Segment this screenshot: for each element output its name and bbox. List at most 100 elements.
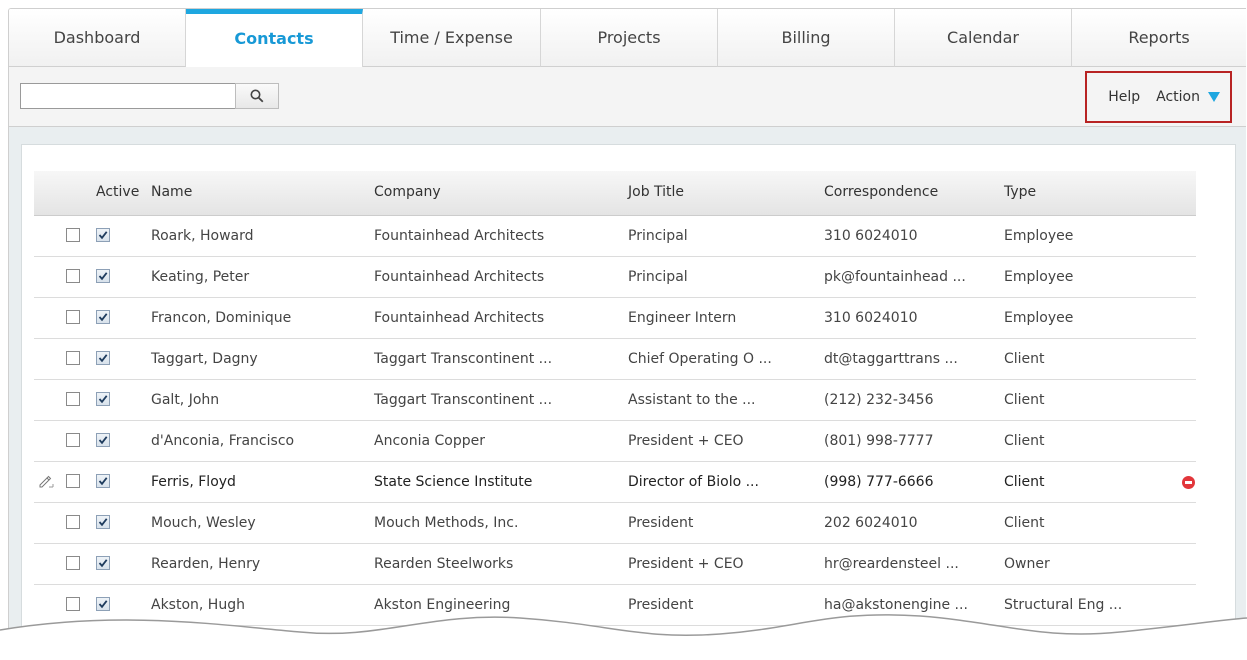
contact-name: Francon, Dominique xyxy=(151,310,292,326)
contact-company: Taggart Transcontinent ... xyxy=(374,351,553,367)
select-checkbox[interactable] xyxy=(66,515,80,529)
checkmark-icon xyxy=(98,559,108,568)
checkmark-icon xyxy=(98,477,108,486)
contact-name: Ferris, Floyd xyxy=(151,474,236,490)
contact-job-title: Chief Operating O ... xyxy=(628,351,772,367)
contact-type: Employee xyxy=(1004,269,1074,285)
action-menu[interactable]: Action xyxy=(1156,89,1220,105)
select-checkbox[interactable] xyxy=(66,351,80,365)
contact-correspondence: 202 6024010 xyxy=(824,515,918,531)
tab-billing[interactable]: Billing xyxy=(718,9,895,67)
select-checkbox[interactable] xyxy=(66,556,80,570)
active-checkbox[interactable] xyxy=(96,515,110,529)
contact-company: Anconia Copper xyxy=(374,433,485,449)
active-checkbox[interactable] xyxy=(96,474,110,488)
select-checkbox[interactable] xyxy=(66,269,80,283)
caret-down-icon xyxy=(1208,92,1220,102)
contact-type: Client xyxy=(1004,515,1045,531)
action-label: Action xyxy=(1156,89,1200,105)
table-row[interactable]: Keating, Peter Fountainhead Architects Pri… xyxy=(34,257,1196,298)
help-link[interactable]: Help xyxy=(1108,89,1140,105)
contact-correspondence: (998) 777-6666 xyxy=(824,474,934,490)
contact-correspondence: (801) 998-7777 xyxy=(824,433,934,449)
header-job-title[interactable]: Job Title xyxy=(628,184,684,200)
main-tabs: Dashboard Contacts Time / Expense Projec… xyxy=(9,9,1246,67)
contact-type: Client xyxy=(1004,351,1045,367)
contact-type: Employee xyxy=(1004,310,1074,326)
grid-header: Active Name Company Job Title Correspond… xyxy=(34,171,1196,216)
contact-job-title: Principal xyxy=(628,228,688,244)
contact-type: Employee xyxy=(1004,228,1074,244)
checkmark-icon xyxy=(98,518,108,527)
active-checkbox[interactable] xyxy=(96,310,110,324)
contact-job-title: President xyxy=(628,515,694,531)
header-name[interactable]: Name xyxy=(151,184,192,200)
search-input[interactable] xyxy=(20,83,236,109)
table-row[interactable]: d'Anconia, Francisco Anconia Copper Presid… xyxy=(34,421,1196,462)
contact-company: Fountainhead Architects xyxy=(374,228,545,244)
contact-job-title: Engineer Intern xyxy=(628,310,737,326)
contact-job-title: Principal xyxy=(628,269,688,285)
contact-job-title: President + CEO xyxy=(628,433,744,449)
table-row[interactable]: Ferris, Floyd State Science Institute Dire… xyxy=(34,462,1196,503)
toolbar: Help Action xyxy=(9,67,1246,127)
checkmark-icon xyxy=(98,354,108,363)
checkmark-icon xyxy=(98,272,108,281)
header-active[interactable]: Active xyxy=(96,184,139,200)
contact-name: Mouch, Wesley xyxy=(151,515,256,531)
select-checkbox[interactable] xyxy=(66,474,80,488)
contact-name: Galt, John xyxy=(151,392,220,408)
table-row[interactable]: Francon, Dominique Fountainhead Architect… xyxy=(34,298,1196,339)
contact-correspondence: 310 6024010 xyxy=(824,310,918,326)
contact-correspondence: pk@fountainhead ... xyxy=(824,269,966,285)
contact-name: d'Anconia, Francisco xyxy=(151,433,295,449)
edit-pencil-icon[interactable] xyxy=(38,473,54,489)
header-type[interactable]: Type xyxy=(1004,184,1036,200)
contact-name: Taggart, Dagny xyxy=(151,351,258,367)
checkmark-icon xyxy=(98,231,108,240)
contact-job-title: Assistant to the ... xyxy=(628,392,756,408)
active-checkbox[interactable] xyxy=(96,556,110,570)
contact-type: Client xyxy=(1004,392,1045,408)
contact-company: Fountainhead Architects xyxy=(374,269,545,285)
checkmark-icon xyxy=(98,313,108,322)
delete-icon[interactable] xyxy=(1182,476,1195,489)
checkmark-icon xyxy=(98,436,108,445)
contact-type: Client xyxy=(1004,433,1045,449)
table-row[interactable]: Taggart, Dagny Taggart Transcontinent ...… xyxy=(34,339,1196,380)
checkmark-icon xyxy=(98,395,108,404)
table-row[interactable]: Galt, John Taggart Transcontinent ... Assi… xyxy=(34,380,1196,421)
contact-company: Mouch Methods, Inc. xyxy=(374,515,519,531)
tab-time-expense[interactable]: Time / Expense xyxy=(363,9,541,67)
contact-company: State Science Institute xyxy=(374,474,533,490)
active-checkbox[interactable] xyxy=(96,228,110,242)
select-checkbox[interactable] xyxy=(66,228,80,242)
select-checkbox[interactable] xyxy=(66,433,80,447)
tab-reports[interactable]: Reports xyxy=(1072,9,1246,67)
help-action-group: Help Action xyxy=(1085,71,1232,123)
tab-calendar[interactable]: Calendar xyxy=(895,9,1072,67)
contact-correspondence: (212) 232-3456 xyxy=(824,392,934,408)
active-checkbox[interactable] xyxy=(96,392,110,406)
contact-correspondence: dt@taggarttrans ... xyxy=(824,351,958,367)
contact-job-title: Director of Biolo ... xyxy=(628,474,759,490)
active-checkbox[interactable] xyxy=(96,433,110,447)
contact-correspondence: 310 6024010 xyxy=(824,228,918,244)
table-row[interactable]: Roark, Howard Fountainhead Architects Prin… xyxy=(34,216,1196,257)
tab-contacts[interactable]: Contacts xyxy=(186,9,363,67)
select-checkbox[interactable] xyxy=(66,392,80,406)
torn-edge xyxy=(0,614,1247,660)
table-row[interactable]: Mouch, Wesley Mouch Methods, Inc. Presiden… xyxy=(34,503,1196,544)
select-checkbox[interactable] xyxy=(66,310,80,324)
app-frame: Dashboard Contacts Time / Expense Projec… xyxy=(8,8,1246,659)
search-button[interactable] xyxy=(235,83,279,109)
header-correspondence[interactable]: Correspondence xyxy=(824,184,938,200)
tab-projects[interactable]: Projects xyxy=(541,9,718,67)
active-checkbox[interactable] xyxy=(96,351,110,365)
contact-name: Keating, Peter xyxy=(151,269,250,285)
active-checkbox[interactable] xyxy=(96,269,110,283)
header-company[interactable]: Company xyxy=(374,184,441,200)
magnifier-icon xyxy=(250,89,264,103)
contact-name: Roark, Howard xyxy=(151,228,254,244)
tab-dashboard[interactable]: Dashboard xyxy=(9,9,186,67)
